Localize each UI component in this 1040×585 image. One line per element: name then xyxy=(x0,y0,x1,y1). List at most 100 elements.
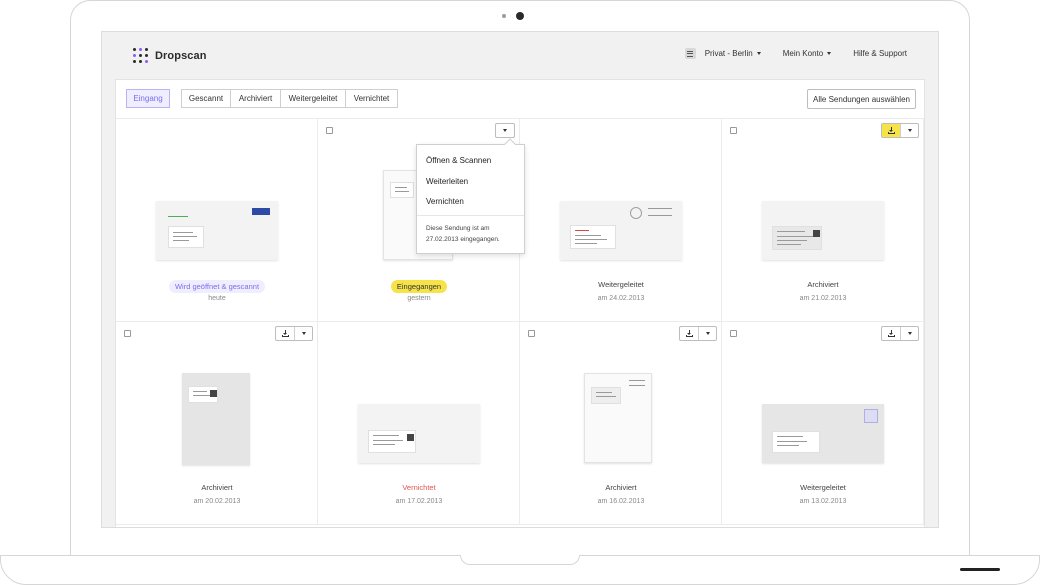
address-label xyxy=(188,386,218,403)
my-account-label: Mein Konto xyxy=(782,49,824,58)
tab-gescannt[interactable]: Gescannt xyxy=(181,89,231,108)
envelope-thumbnail xyxy=(156,201,278,260)
download-button[interactable] xyxy=(276,327,295,340)
envelope-thumbnail xyxy=(182,373,250,465)
status-label: Archiviert xyxy=(201,483,233,492)
caret-down-icon xyxy=(301,332,306,335)
caret-down-icon xyxy=(827,52,832,55)
select-checkbox[interactable] xyxy=(730,127,737,134)
caret-down-icon xyxy=(503,129,507,132)
date-label: heute xyxy=(208,295,226,302)
mail-item[interactable]: Archiviert am 21.02.2013 xyxy=(722,119,924,322)
download-button[interactable] xyxy=(680,327,699,340)
hamburger-menu-icon[interactable] xyxy=(684,48,696,59)
date-label: am 20.02.2013 xyxy=(193,498,241,505)
mail-item[interactable]: Archiviert am 16.02.2013 xyxy=(520,322,722,525)
address-label xyxy=(390,182,414,198)
actions-dropdown-toggle[interactable] xyxy=(901,327,918,340)
date-label: am 17.02.2013 xyxy=(395,498,443,505)
status-label: Weitergeleitet xyxy=(800,483,846,492)
menu-item-forward[interactable]: Weiterleiten xyxy=(426,177,468,186)
laptop-foot xyxy=(960,568,1000,571)
address-label xyxy=(368,430,416,453)
select-all-button[interactable]: Alle Sendungen auswählen xyxy=(807,89,916,109)
action-button-group[interactable] xyxy=(275,326,313,341)
status-badge: Eingegangen xyxy=(390,280,448,293)
mail-item[interactable]: Wird geöffnet & gescannt heute xyxy=(116,119,318,322)
received-note: Diese Sendung ist am 27.02.2013 eingegan… xyxy=(426,225,500,243)
download-button[interactable] xyxy=(882,327,901,340)
mail-item[interactable]: Weitergeleitet am 13.02.2013 xyxy=(722,322,924,525)
account-selector[interactable]: Privat - Berlin xyxy=(705,49,761,58)
app-screen: Dropscan Privat - Berlin Mein Konto Hilf… xyxy=(101,31,939,528)
status-label: Eingegangen xyxy=(318,280,520,293)
mail-item[interactable]: Vernichtet am 17.02.2013 xyxy=(318,322,520,525)
tab-vernichtet[interactable]: Vernichtet xyxy=(345,89,398,108)
status-badge: Wird geöffnet & gescannt xyxy=(168,280,266,293)
address-label xyxy=(570,225,616,249)
mail-grid: Wird geöffnet & gescannt heute Eingegang… xyxy=(116,119,924,527)
envelope-thumbnail xyxy=(762,404,884,463)
download-icon xyxy=(887,330,895,337)
actions-dropdown-toggle[interactable] xyxy=(699,327,716,340)
address-label xyxy=(772,431,820,453)
actions-dropdown-toggle[interactable] xyxy=(496,124,514,137)
select-checkbox[interactable] xyxy=(730,330,737,337)
webcam xyxy=(516,12,524,20)
select-checkbox[interactable] xyxy=(326,127,333,134)
address-label xyxy=(772,226,822,250)
date-label: am 13.02.2013 xyxy=(799,498,847,505)
status-label: Archiviert xyxy=(807,280,839,289)
mail-item[interactable]: Weitergeleitet am 24.02.2013 xyxy=(520,119,722,322)
menu-item-open-scan[interactable]: Öffnen & Scannen xyxy=(426,156,491,165)
cancellation-lines xyxy=(648,208,672,216)
status-label: Archiviert xyxy=(605,483,637,492)
status-label: Wird geöffnet & gescannt xyxy=(116,280,318,293)
tab-archiviert[interactable]: Archiviert xyxy=(230,89,281,108)
postmark xyxy=(630,207,642,219)
ambient-sensor xyxy=(502,14,506,18)
tab-weitergeleitet[interactable]: Weitergeleitet xyxy=(280,89,346,108)
address-label xyxy=(168,226,204,248)
cancellation-lines xyxy=(629,380,645,386)
select-checkbox[interactable] xyxy=(528,330,535,337)
tab-eingang[interactable]: Eingang xyxy=(126,89,170,108)
item-actions-menu: Öffnen & Scannen Weiterleiten Vernichten… xyxy=(416,138,525,254)
caret-down-icon xyxy=(705,332,710,335)
action-button-group[interactable] xyxy=(881,123,919,138)
mail-item[interactable]: Archiviert am 20.02.2013 xyxy=(116,322,318,525)
actions-dropdown-toggle[interactable] xyxy=(295,327,312,340)
action-button-group[interactable] xyxy=(679,326,717,341)
laptop-notch xyxy=(460,555,580,565)
date-label: am 21.02.2013 xyxy=(799,295,847,302)
nav-right: Privat - Berlin Mein Konto Hilfe & Suppo… xyxy=(684,48,907,59)
logo-dots-icon xyxy=(133,48,148,63)
logo-text: Dropscan xyxy=(155,49,207,62)
actions-dropdown-toggle[interactable] xyxy=(901,124,918,137)
action-button-group[interactable] xyxy=(881,326,919,341)
envelope-thumbnail xyxy=(560,201,682,260)
stamp xyxy=(252,208,270,215)
logo[interactable]: Dropscan xyxy=(133,48,207,63)
mail-panel: Eingang Gescannt Archiviert Weitergeleit… xyxy=(115,79,925,527)
download-button[interactable] xyxy=(882,124,901,137)
action-button-group[interactable] xyxy=(495,123,515,138)
date-label: am 24.02.2013 xyxy=(597,295,645,302)
envelope-thumbnail xyxy=(584,373,652,463)
account-selector-label: Privat - Berlin xyxy=(704,49,753,58)
download-icon xyxy=(685,330,693,337)
menu-item-destroy[interactable]: Vernichten xyxy=(426,197,464,206)
date-label: gestern xyxy=(407,295,431,302)
address-label xyxy=(591,387,621,404)
my-account-menu[interactable]: Mein Konto xyxy=(782,49,832,58)
stamp xyxy=(864,409,878,423)
envelope-thumbnail xyxy=(762,201,884,260)
envelope-thumbnail xyxy=(358,404,480,463)
status-label: Weitergeleitet xyxy=(598,280,644,289)
select-checkbox[interactable] xyxy=(124,330,131,337)
download-icon xyxy=(281,330,289,337)
filter-toolbar: Eingang Gescannt Archiviert Weitergeleit… xyxy=(116,80,924,119)
caret-down-icon xyxy=(907,129,912,132)
help-support-link[interactable]: Hilfe & Support xyxy=(853,49,907,58)
help-support-label: Hilfe & Support xyxy=(853,49,907,58)
